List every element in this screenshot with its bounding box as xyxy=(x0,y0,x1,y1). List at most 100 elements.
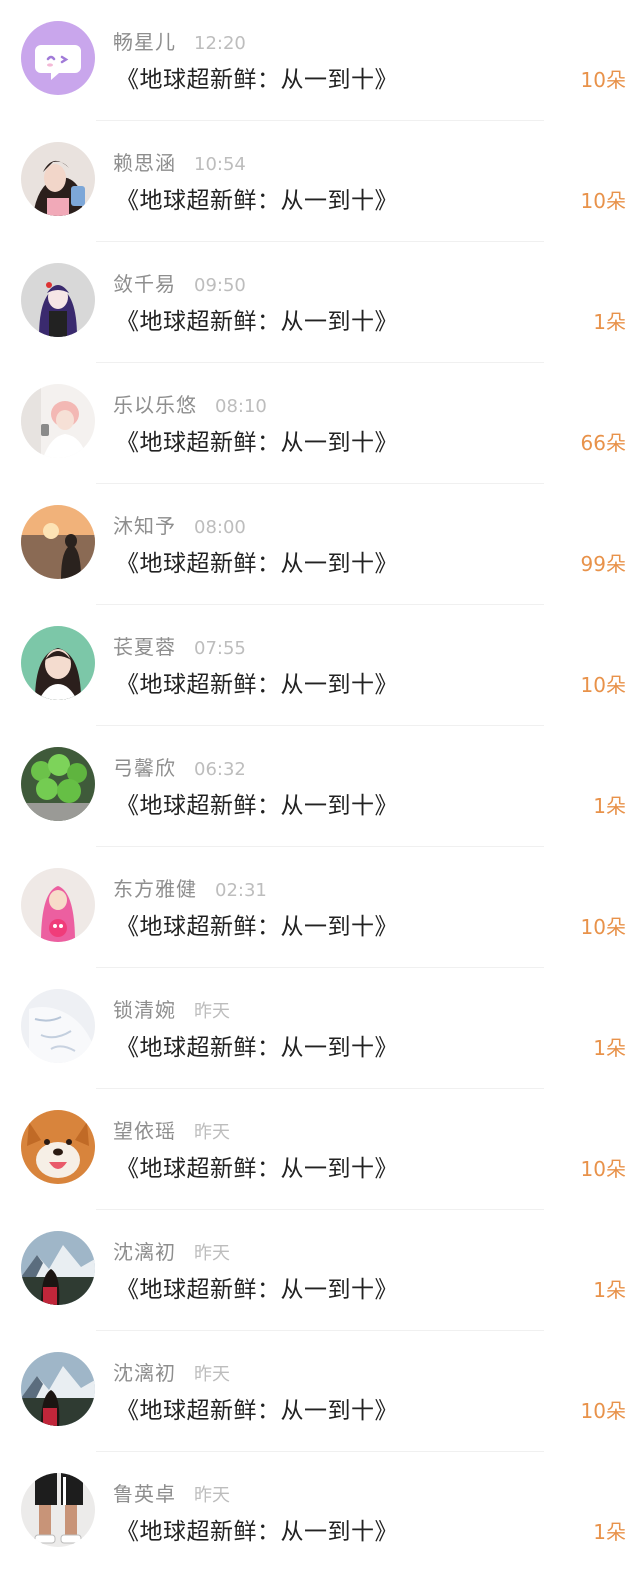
item-meta: 赖思涵 10:54 xyxy=(113,147,246,176)
item-title[interactable]: 《地球超新鲜：从一到十》 xyxy=(116,1149,398,1183)
avatar[interactable] xyxy=(21,868,95,942)
item-title[interactable]: 《地球超新鲜：从一到十》 xyxy=(116,786,398,820)
list-item[interactable]: 弓馨欣 06:32 《地球超新鲜：从一到十》 1朵 xyxy=(0,726,640,847)
avatar[interactable] xyxy=(21,505,95,579)
avatar[interactable] xyxy=(21,1473,95,1547)
list-item[interactable]: 鲁英卓 昨天 《地球超新鲜：从一到十》 1朵 xyxy=(0,1452,640,1573)
item-meta: 苌夏蓉 07:55 xyxy=(113,631,246,660)
avatar[interactable] xyxy=(21,263,95,337)
list-item[interactable]: 望依瑶 昨天 《地球超新鲜：从一到十》 10朵 xyxy=(0,1089,640,1210)
timestamp: 06:32 xyxy=(194,759,246,780)
flower-count: 1朵 xyxy=(593,1520,626,1544)
user-name[interactable]: 锁清婉 xyxy=(113,994,176,1023)
item-title[interactable]: 《地球超新鲜：从一到十》 xyxy=(116,423,398,457)
list-item[interactable]: 锁清婉 昨天 《地球超新鲜：从一到十》 1朵 xyxy=(0,968,640,1089)
timestamp: 08:00 xyxy=(194,517,246,538)
item-meta: 敛千易 09:50 xyxy=(113,268,246,297)
timestamp: 昨天 xyxy=(194,1001,230,1022)
avatar[interactable] xyxy=(21,142,95,216)
item-title[interactable]: 《地球超新鲜：从一到十》 xyxy=(116,907,398,941)
timestamp: 昨天 xyxy=(194,1364,230,1385)
avatar[interactable] xyxy=(21,989,95,1063)
avatar[interactable] xyxy=(21,747,95,821)
list-item[interactable]: 沈漓初 昨天 《地球超新鲜：从一到十》 10朵 xyxy=(0,1331,640,1452)
list-item[interactable]: 东方雅健 02:31 《地球超新鲜：从一到十》 10朵 xyxy=(0,847,640,968)
anime-girl-avatar xyxy=(21,263,95,337)
timestamp: 07:55 xyxy=(194,638,246,659)
list-item[interactable]: 沐知予 08:00 《地球超新鲜：从一到十》 99朵 xyxy=(0,484,640,605)
flower-count: 1朵 xyxy=(593,310,626,334)
item-title[interactable]: 《地球超新鲜：从一到十》 xyxy=(116,60,398,94)
item-title[interactable]: 《地球超新鲜：从一到十》 xyxy=(116,181,398,215)
user-name[interactable]: 望依瑶 xyxy=(113,1115,176,1144)
flower-count: 10朵 xyxy=(580,1157,626,1181)
list-item[interactable]: 畅星儿 12:20 《地球超新鲜：从一到十》 10朵 xyxy=(0,0,640,121)
user-name[interactable]: 敛千易 xyxy=(113,268,176,297)
item-meta: 东方雅健 02:31 xyxy=(113,873,267,902)
flower-count: 99朵 xyxy=(580,552,626,576)
mountain-avatar xyxy=(21,1231,95,1305)
list-item[interactable]: 沈漓初 昨天 《地球超新鲜：从一到十》 1朵 xyxy=(0,1210,640,1331)
white-cloth-avatar xyxy=(21,989,95,1063)
mountain-avatar xyxy=(21,1352,95,1426)
timestamp: 09:50 xyxy=(194,275,246,296)
timestamp: 08:10 xyxy=(215,396,267,417)
user-name[interactable]: 沐知予 xyxy=(113,510,176,539)
flower-count: 10朵 xyxy=(580,1399,626,1423)
user-name[interactable]: 东方雅健 xyxy=(113,873,197,902)
list-item[interactable]: 赖思涵 10:54 《地球超新鲜：从一到十》 10朵 xyxy=(0,121,640,242)
list-item[interactable]: 苌夏蓉 07:55 《地球超新鲜：从一到十》 10朵 xyxy=(0,605,640,726)
item-title[interactable]: 《地球超新鲜：从一到十》 xyxy=(116,1512,398,1546)
baby-avatar xyxy=(21,868,95,942)
item-title[interactable]: 《地球超新鲜：从一到十》 xyxy=(116,665,398,699)
item-title[interactable]: 《地球超新鲜：从一到十》 xyxy=(116,544,398,578)
timestamp: 昨天 xyxy=(194,1485,230,1506)
user-name[interactable]: 苌夏蓉 xyxy=(113,631,176,660)
user-name[interactable]: 沈漓初 xyxy=(113,1236,176,1265)
list-item[interactable]: 敛千易 09:50 《地球超新鲜：从一到十》 1朵 xyxy=(0,242,640,363)
legs-avatar xyxy=(21,1473,95,1547)
item-meta: 鲁英卓 昨天 xyxy=(113,1478,230,1507)
chat-bubble-icon xyxy=(21,21,95,95)
item-title[interactable]: 《地球超新鲜：从一到十》 xyxy=(116,302,398,336)
flower-count: 1朵 xyxy=(593,794,626,818)
timestamp: 12:20 xyxy=(194,33,246,54)
girl-photo-avatar xyxy=(21,142,95,216)
flower-count: 1朵 xyxy=(593,1278,626,1302)
item-meta: 望依瑶 昨天 xyxy=(113,1115,230,1144)
flower-count: 10朵 xyxy=(580,915,626,939)
user-name[interactable]: 弓馨欣 xyxy=(113,752,176,781)
avatar[interactable] xyxy=(21,1110,95,1184)
shiba-dog-avatar xyxy=(21,1110,95,1184)
item-meta: 畅星儿 12:20 xyxy=(113,26,246,55)
flower-count: 1朵 xyxy=(593,1036,626,1060)
user-name[interactable]: 鲁英卓 xyxy=(113,1478,176,1507)
item-meta: 乐以乐悠 08:10 xyxy=(113,389,267,418)
timestamp: 昨天 xyxy=(194,1122,230,1143)
list-item[interactable]: 乐以乐悠 08:10 《地球超新鲜：从一到十》 66朵 xyxy=(0,363,640,484)
flower-count: 10朵 xyxy=(580,673,626,697)
avatar[interactable] xyxy=(21,1352,95,1426)
avatar[interactable] xyxy=(21,626,95,700)
flower-count: 10朵 xyxy=(580,189,626,213)
item-meta: 弓馨欣 06:32 xyxy=(113,752,246,781)
item-meta: 沈漓初 昨天 xyxy=(113,1236,230,1265)
item-title[interactable]: 《地球超新鲜：从一到十》 xyxy=(116,1391,398,1425)
avatar[interactable] xyxy=(21,384,95,458)
user-name[interactable]: 赖思涵 xyxy=(113,147,176,176)
item-meta: 沈漓初 昨天 xyxy=(113,1357,230,1386)
avatar[interactable] xyxy=(21,21,95,95)
flower-count: 66朵 xyxy=(580,431,626,455)
item-meta: 沐知予 08:00 xyxy=(113,510,246,539)
timestamp: 昨天 xyxy=(194,1243,230,1264)
user-name[interactable]: 畅星儿 xyxy=(113,26,176,55)
sunset-avatar xyxy=(21,505,95,579)
user-name[interactable]: 乐以乐悠 xyxy=(113,389,197,418)
item-title[interactable]: 《地球超新鲜：从一到十》 xyxy=(116,1270,398,1304)
girl-portrait-avatar xyxy=(21,626,95,700)
user-name[interactable]: 沈漓初 xyxy=(113,1357,176,1386)
item-title[interactable]: 《地球超新鲜：从一到十》 xyxy=(116,1028,398,1062)
clover-avatar xyxy=(21,747,95,821)
avatar[interactable] xyxy=(21,1231,95,1305)
flower-count: 10朵 xyxy=(580,68,626,92)
